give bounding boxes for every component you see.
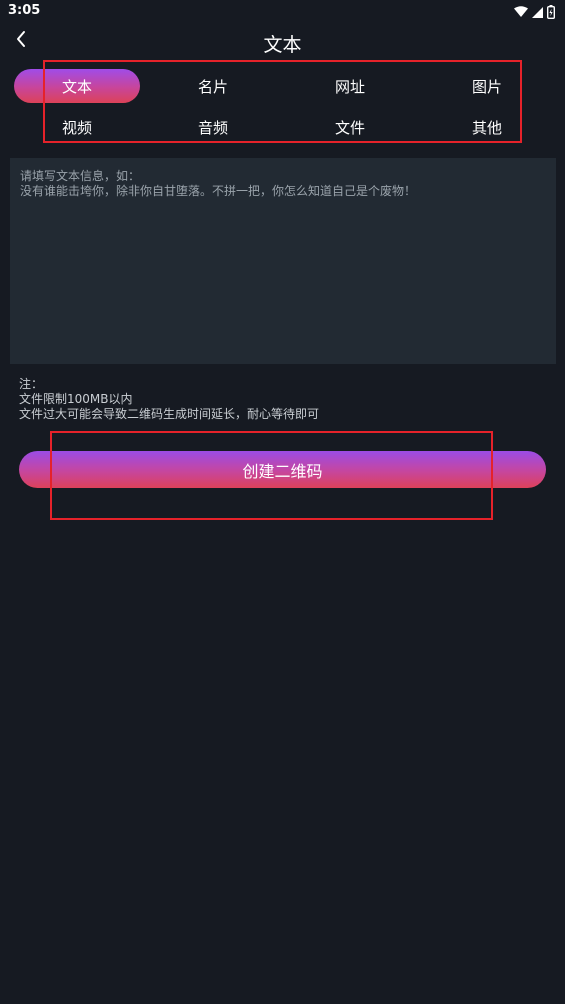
status-bar: 3:05 [0,0,565,24]
tab-video[interactable]: 视频 [14,110,140,144]
battery-icon [547,5,555,19]
page-title: 文本 [263,34,302,56]
signal-icon [532,6,543,18]
tab-audio[interactable]: 音频 [150,110,276,144]
notes-wait-hint: 文件过大可能会导致二维码生成时间延长，耐心等待即可 [19,407,320,421]
content-type-tabs: 文本 名片 网址 图片 视频 音频 文件 其他 [0,66,565,150]
status-icons [514,4,555,20]
notes-file-limit: 文件限制100MB以内 [19,392,133,406]
notes-heading: 注： [19,377,44,391]
screen: 3:05 文本 文本 名片 网址 图片 视频 音频 文件 其他 请填写文本信息，… [0,0,565,1004]
create-qr-code-button[interactable]: 创建二维码 [19,451,546,488]
text-content-input[interactable] [10,158,556,364]
tab-text[interactable]: 文本 [14,69,140,103]
header: 文本 [0,24,565,64]
notes: 注： 文件限制100MB以内 文件过大可能会导致二维码生成时间延长，耐心等待即可 [19,377,319,422]
wifi-icon [514,6,528,18]
tab-url[interactable]: 网址 [287,69,413,103]
status-time: 3:05 [8,3,41,18]
tab-image[interactable]: 图片 [424,69,550,103]
tab-file[interactable]: 文件 [287,110,413,144]
tab-business-card[interactable]: 名片 [150,69,276,103]
tab-other[interactable]: 其他 [424,110,550,144]
